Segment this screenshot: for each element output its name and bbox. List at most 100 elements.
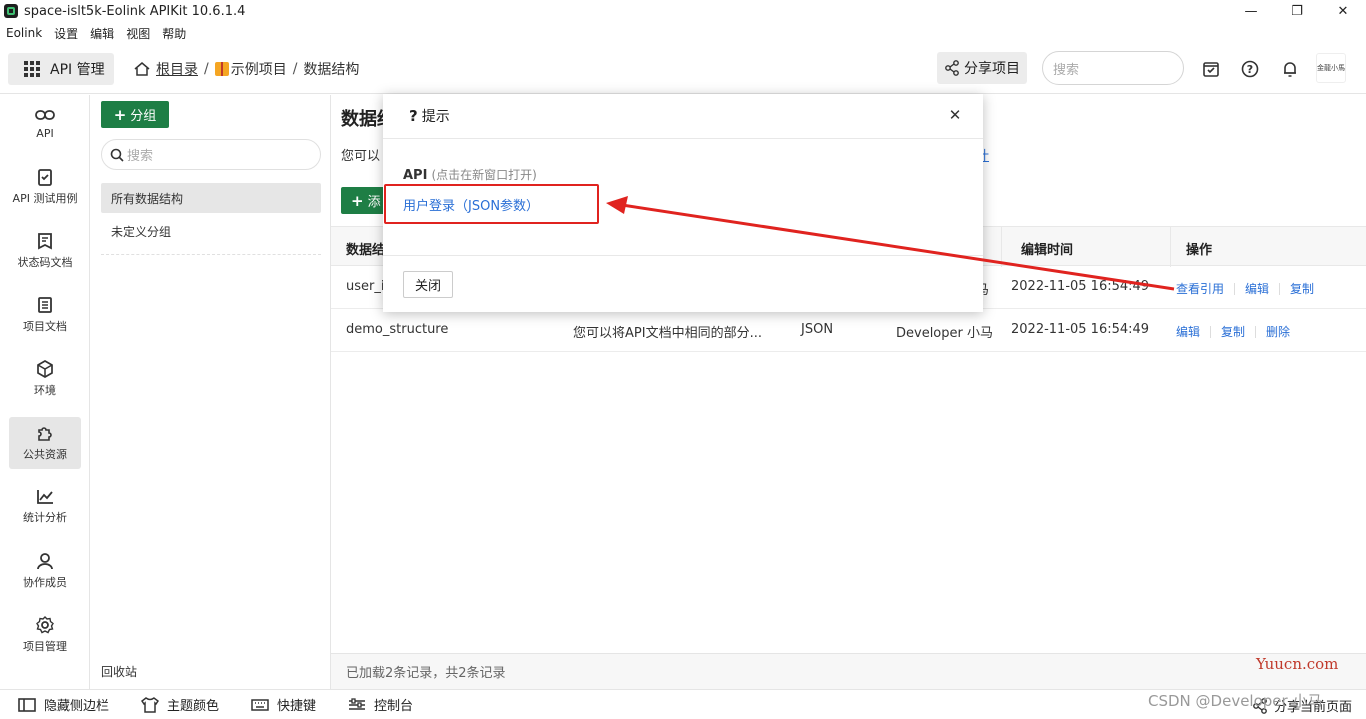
chart-line-icon xyxy=(37,490,53,504)
nav-item-statistics[interactable]: 统计分析 xyxy=(9,481,81,533)
link-icon xyxy=(35,109,55,120)
group-search-input[interactable]: 搜索 xyxy=(101,139,321,170)
copy-link[interactable]: 复制 xyxy=(1290,280,1314,297)
close-icon[interactable]: ✕ xyxy=(947,106,963,124)
window-title: space-islt5k-Eolink APIKit 10.6.1.4 xyxy=(24,3,246,19)
nav-item-environment[interactable]: 环境 xyxy=(9,353,81,405)
nav-item-api[interactable]: API xyxy=(9,97,81,149)
breadcrumb-separator: / xyxy=(204,60,209,77)
toggle-sidebar-label: 隐藏侧边栏 xyxy=(44,699,110,714)
sidebar-icon xyxy=(18,697,36,712)
modal-header: ? 提示 xyxy=(383,94,983,139)
col-name: 数据结 xyxy=(346,243,386,258)
doc-lines-icon xyxy=(38,297,52,313)
cell-time: 2022-11-05 16:54:49 xyxy=(1011,279,1150,294)
copy-link[interactable]: 复制 xyxy=(1221,323,1245,340)
maximize-icon[interactable]: ❐ xyxy=(1274,0,1320,22)
close-window-icon[interactable]: ✕ xyxy=(1320,0,1366,22)
share-project-button[interactable]: 分享项目 xyxy=(937,52,1027,84)
global-search-placeholder: 搜索 xyxy=(1053,62,1080,78)
modal-close-button[interactable]: 关闭 xyxy=(403,271,453,298)
cell-name: user_i xyxy=(346,279,385,294)
avatar[interactable]: 金龍小馬 xyxy=(1316,53,1346,83)
calendar-check-icon[interactable] xyxy=(1201,59,1221,79)
add-group-label: 分组 xyxy=(130,109,157,124)
group-item-all[interactable]: 所有数据结构 xyxy=(101,183,321,213)
puzzle-icon xyxy=(38,427,52,441)
nav-label: 项目文档 xyxy=(23,320,67,333)
global-search-input[interactable]: 搜索 xyxy=(1042,51,1184,85)
breadcrumb-current: 数据结构 xyxy=(303,61,360,78)
breadcrumb-separator: / xyxy=(292,60,298,77)
page-description: 您可以 xyxy=(341,149,381,164)
user-icon xyxy=(37,553,53,570)
delete-link[interactable]: 删除 xyxy=(1266,323,1290,340)
op-divider xyxy=(1210,325,1212,338)
menu-view[interactable]: 视图 xyxy=(126,25,150,42)
toggle-sidebar-button[interactable]: 隐藏侧边栏 xyxy=(18,695,109,714)
breadcrumb: 根目录 / 示例项目 / 数据结构 xyxy=(134,59,359,79)
nav-label: 公共资源 xyxy=(23,448,67,461)
group-panel: + 分组 搜索 所有数据结构 未定义分组 回收站 xyxy=(91,95,331,689)
theme-color-label: 主题颜色 xyxy=(167,699,220,714)
question-icon: ? xyxy=(409,107,418,125)
plus-icon: + xyxy=(351,191,364,210)
console-label: 控制台 xyxy=(374,699,414,714)
theme-color-button[interactable]: 主题颜色 xyxy=(141,695,219,714)
bell-icon[interactable] xyxy=(1280,59,1300,79)
modal-title: 提示 xyxy=(421,109,450,125)
nav-label: 项目管理 xyxy=(23,640,67,653)
shirt-icon xyxy=(141,696,160,713)
row-actions: 编辑 复制 删除 xyxy=(1176,323,1290,340)
help-icon[interactable]: ? xyxy=(1240,59,1260,79)
search-icon xyxy=(110,148,124,162)
nav-item-project-docs[interactable]: 项目文档 xyxy=(9,289,81,341)
nav-item-project-management[interactable]: 项目管理 xyxy=(9,609,81,661)
grid-icon xyxy=(24,60,40,77)
svg-text:?: ? xyxy=(1247,63,1253,76)
share-project-label: 分享项目 xyxy=(964,61,1020,77)
app-logo-icon xyxy=(4,4,18,18)
op-divider xyxy=(1234,282,1236,295)
cell-name: demo_structure xyxy=(346,322,449,337)
shortcuts-label: 快捷键 xyxy=(277,699,317,714)
console-button[interactable]: 控制台 xyxy=(348,695,413,714)
nav-item-public-resources[interactable]: 公共资源 xyxy=(9,417,81,469)
cell-time: 2022-11-05 16:54:49 xyxy=(1011,322,1150,337)
record-status: 已加载2条记录，共2条记录 xyxy=(331,653,1366,689)
col-divider xyxy=(1001,227,1002,267)
modal-section-title: API (点击在新窗口打开) xyxy=(403,166,537,183)
menu-edit[interactable]: 编辑 xyxy=(90,25,114,42)
shortcuts-button[interactable]: 快捷键 xyxy=(251,695,316,714)
minimize-icon[interactable]: — xyxy=(1228,0,1274,22)
keyboard-icon xyxy=(251,698,269,711)
breadcrumb-root-link[interactable]: 根目录 xyxy=(156,59,198,79)
section-hint: (点击在新窗口打开) xyxy=(431,168,537,182)
view-references-link[interactable]: 查看引用 xyxy=(1176,280,1224,297)
project-gift-icon xyxy=(214,61,229,76)
op-divider xyxy=(1279,282,1281,295)
nav-item-api-tests[interactable]: API 测试用例 xyxy=(9,161,81,213)
menu-eolink[interactable]: Eolink xyxy=(6,26,42,40)
breadcrumb-project-link[interactable]: 示例项目 xyxy=(231,59,287,79)
nav-label: 环境 xyxy=(34,384,56,397)
group-item-undefined[interactable]: 未定义分组 xyxy=(101,216,321,246)
sliders-icon xyxy=(349,697,366,710)
menu-help[interactable]: 帮助 xyxy=(162,25,186,42)
window-controls: — ❐ ✕ xyxy=(1228,0,1366,22)
edit-link[interactable]: 编辑 xyxy=(1176,323,1200,340)
group-divider xyxy=(101,254,321,255)
row-actions: 查看引用 编辑 复制 xyxy=(1176,280,1314,297)
recycle-bin-link[interactable]: 回收站 xyxy=(101,663,137,680)
cell-editor: Developer 小马 xyxy=(896,326,993,341)
section-label: API xyxy=(403,168,428,183)
nav-label: 统计分析 xyxy=(23,511,67,524)
menu-settings[interactable]: 设置 xyxy=(54,25,78,42)
module-switcher-button[interactable]: API 管理 xyxy=(8,52,114,85)
edit-link[interactable]: 编辑 xyxy=(1245,280,1269,297)
add-structure-label: 添 xyxy=(367,195,381,210)
nav-item-status-codes[interactable]: 状态码文档 xyxy=(9,225,81,277)
cell-type: JSON xyxy=(801,322,834,337)
add-group-button[interactable]: + 分组 xyxy=(101,101,169,128)
nav-item-members[interactable]: 协作成员 xyxy=(9,545,81,597)
